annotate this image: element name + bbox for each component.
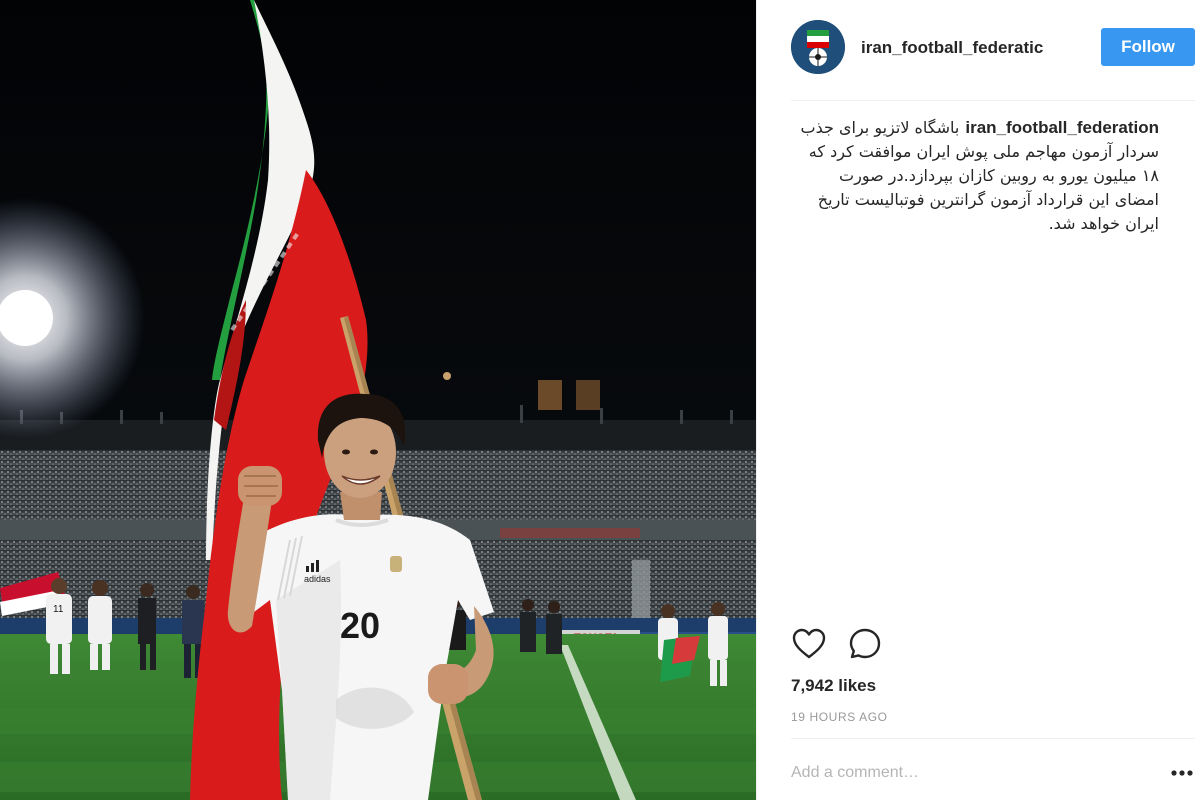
comment-input[interactable] bbox=[791, 760, 1131, 786]
post-timestamp: 19 HOURS AGO bbox=[791, 710, 888, 724]
likes-count[interactable]: 7,942 likes bbox=[791, 676, 876, 696]
comment-divider bbox=[791, 738, 1195, 739]
follow-button[interactable]: Follow bbox=[1101, 28, 1195, 66]
more-options-icon[interactable] bbox=[1169, 764, 1195, 782]
kit-brand: adidas bbox=[304, 574, 331, 584]
post-sidebar: iran_football_federatic Follow iran_foot… bbox=[756, 0, 1200, 800]
post-caption: iran_football_federationباشگاه لاتزیو بر… bbox=[791, 116, 1159, 236]
heart-icon[interactable] bbox=[791, 626, 827, 662]
comment-icon[interactable] bbox=[847, 626, 883, 662]
post-photo[interactable]: TOYOTA 11 bbox=[0, 0, 756, 800]
jersey-number: 20 bbox=[340, 605, 380, 646]
post-actions bbox=[791, 626, 1195, 662]
svg-text:11: 11 bbox=[53, 604, 64, 615]
header-username[interactable]: iran_football_federatic bbox=[861, 38, 1073, 58]
header-divider bbox=[791, 100, 1195, 101]
ffiri-logo-icon[interactable] bbox=[791, 20, 845, 74]
caption-username[interactable]: iran_football_federation bbox=[965, 118, 1159, 137]
